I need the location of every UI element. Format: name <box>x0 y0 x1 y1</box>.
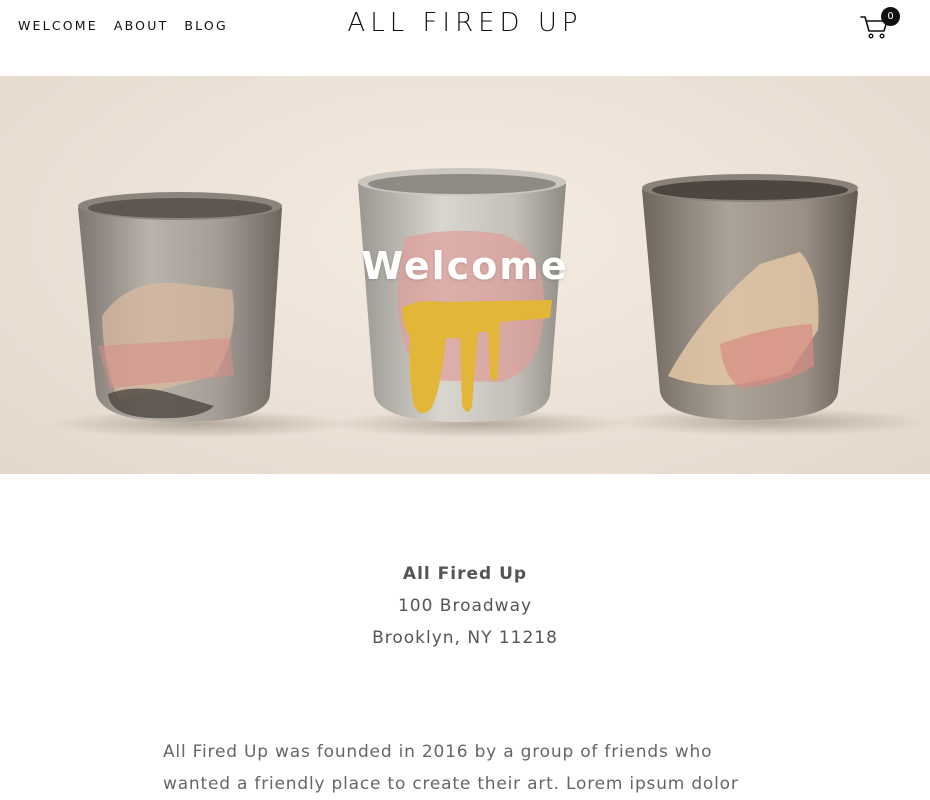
business-name: All Fired Up <box>402 564 528 584</box>
city-state-zip: Brooklyn, NY 11218 <box>372 628 558 648</box>
site-header: WELCOME ABOUT BLOG ALL FIRED UP 0 <box>0 0 930 76</box>
site-title[interactable]: ALL FIRED UP <box>0 8 930 38</box>
hero-banner: Welcome <box>0 76 930 474</box>
about-text: All Fired Up was founded in 2016 by a gr… <box>163 742 739 794</box>
address-block: All Fired Up 100 Broadway Brooklyn, NY 1… <box>0 558 930 654</box>
about-paragraph: All Fired Up was founded in 2016 by a gr… <box>163 736 753 800</box>
cart-button[interactable]: 0 <box>860 7 900 40</box>
cart-count-badge: 0 <box>881 7 900 26</box>
hero-heading: Welcome <box>361 244 569 288</box>
street-address: 100 Broadway <box>397 596 533 616</box>
